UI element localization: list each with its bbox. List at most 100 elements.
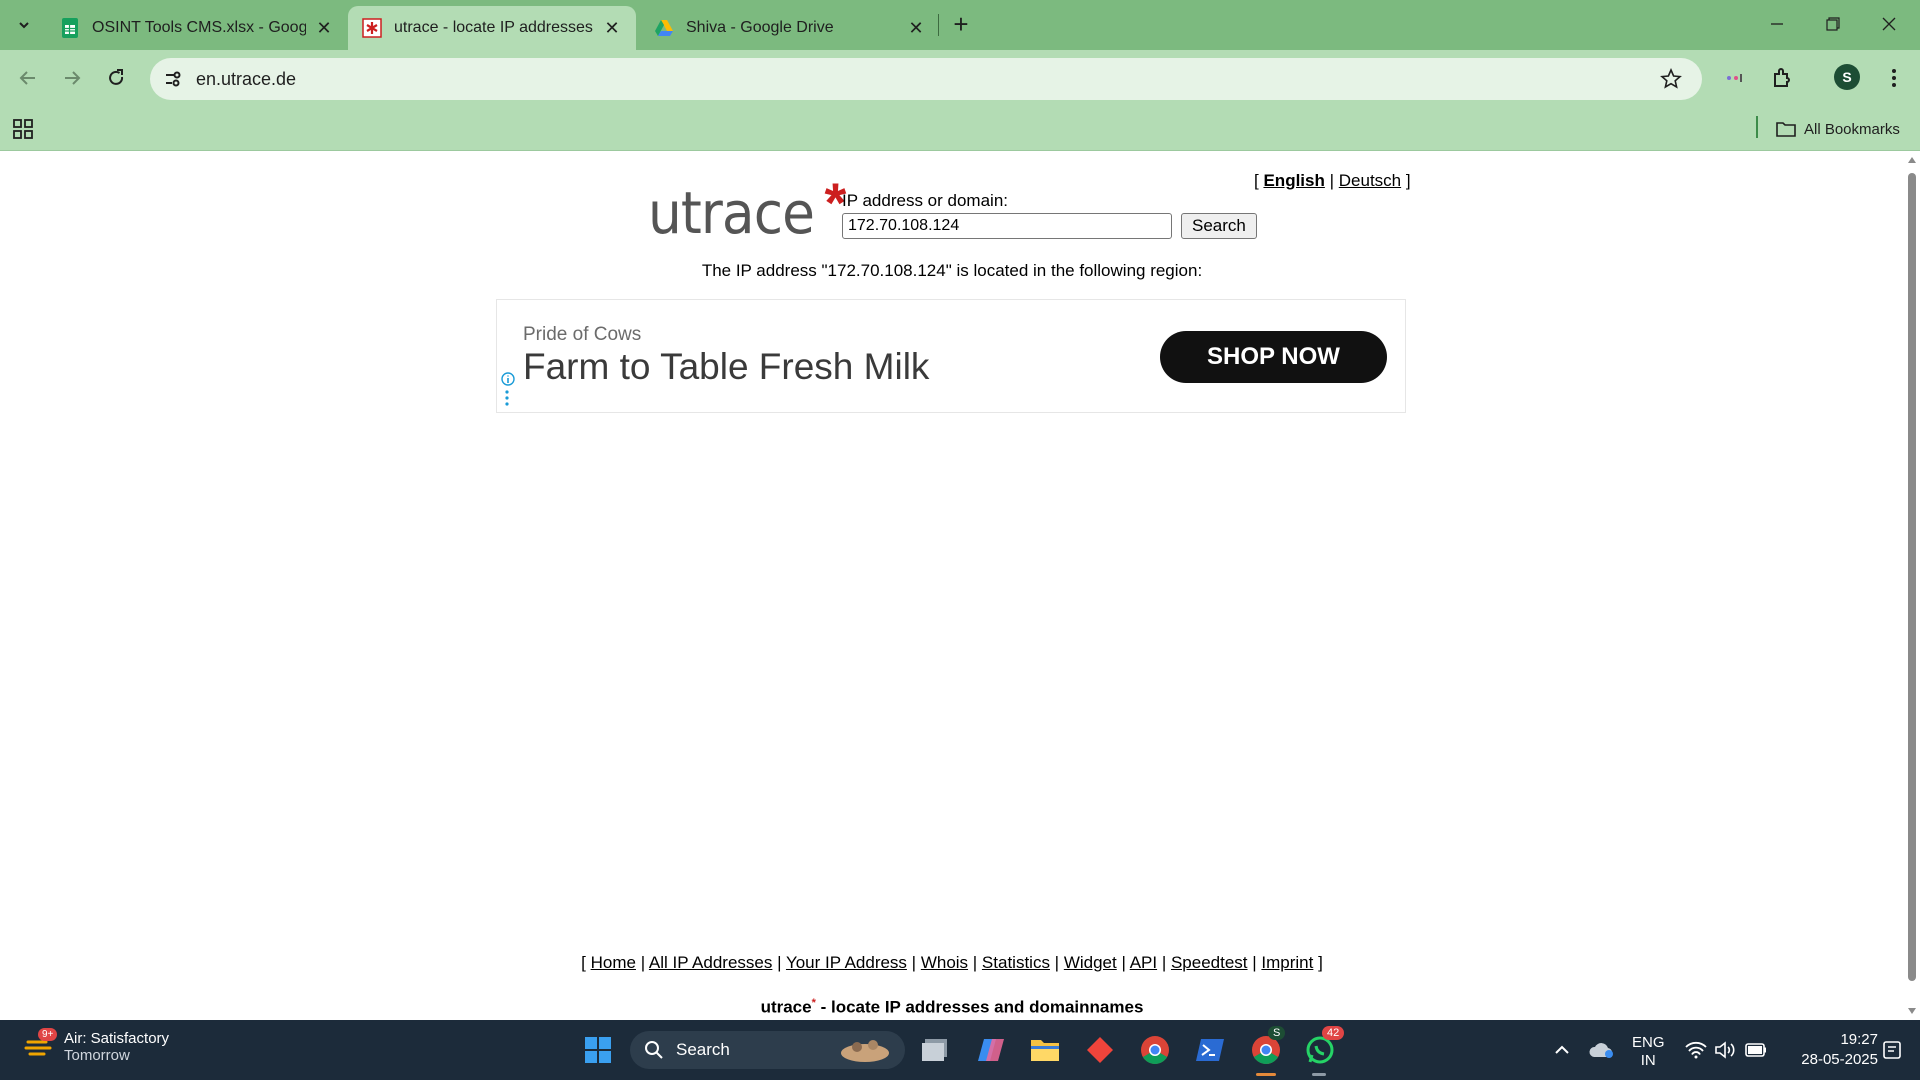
system-clock[interactable]: 19:27 28-05-2025 bbox=[1784, 1030, 1878, 1070]
language-line-2: IN bbox=[1640, 1052, 1656, 1069]
ad-options-icon[interactable] bbox=[505, 390, 509, 406]
language-english-link[interactable]: English bbox=[1263, 171, 1324, 190]
drive-icon bbox=[654, 18, 674, 38]
close-window-button[interactable] bbox=[1866, 8, 1912, 40]
close-icon[interactable]: ✕ bbox=[906, 18, 926, 38]
region-statement: The IP address "172.70.108.124" is locat… bbox=[701, 261, 1203, 280]
language-deutsch-link[interactable]: Deutsch bbox=[1339, 171, 1401, 190]
language-line-1: ENG bbox=[1632, 1034, 1665, 1051]
tab-utrace[interactable]: utrace - locate IP addresses and ✕ bbox=[348, 6, 636, 50]
tagline-name: utrace bbox=[760, 997, 812, 1017]
advertisement-banner[interactable]: Pride of Cows Farm to Table Fresh Milk S… bbox=[496, 299, 1406, 413]
powershell-button[interactable] bbox=[1190, 1030, 1230, 1070]
tab-search-button[interactable] bbox=[8, 10, 40, 40]
bracket: [ bbox=[1254, 171, 1259, 190]
close-icon[interactable]: ✕ bbox=[602, 18, 622, 38]
footer-link-api[interactable]: API bbox=[1130, 953, 1157, 972]
minimize-button[interactable] bbox=[1754, 8, 1800, 40]
back-button[interactable] bbox=[12, 62, 44, 94]
weather-widget[interactable]: 9+ Air: Satisfactory Tomorrow bbox=[24, 1028, 169, 1064]
separator: | bbox=[1329, 171, 1335, 190]
bracket: ] bbox=[1405, 171, 1411, 190]
copilot-button[interactable] bbox=[971, 1030, 1011, 1070]
lookup-form: IP address or domain: Search bbox=[842, 191, 1257, 239]
tab-title: utrace - locate IP addresses and bbox=[394, 19, 594, 36]
footer-link-your-ip-address[interactable]: Your IP Address bbox=[786, 953, 907, 972]
all-bookmarks-button[interactable]: All Bookmarks bbox=[1776, 116, 1900, 142]
taskbar-search[interactable]: Search bbox=[630, 1031, 905, 1069]
air-quality-icon: 9+ bbox=[24, 1028, 58, 1062]
logo-word: utrace bbox=[648, 179, 815, 247]
volume-icon bbox=[1715, 1041, 1735, 1059]
windows-logo-icon bbox=[585, 1037, 611, 1063]
address-bar[interactable]: en.utrace.de bbox=[150, 58, 1702, 100]
task-view-button[interactable] bbox=[916, 1030, 956, 1070]
footer-link-all-ip-addresses[interactable]: All IP Addresses bbox=[649, 953, 772, 972]
utrace-logo[interactable]: utrace * bbox=[648, 175, 846, 247]
chrome-profile-badge: S bbox=[1268, 1026, 1286, 1040]
close-icon bbox=[1882, 17, 1896, 31]
folder-icon bbox=[1776, 121, 1796, 137]
weather-badge: 9+ bbox=[38, 1028, 58, 1041]
profile-avatar[interactable]: S bbox=[1834, 64, 1860, 90]
footer-link-imprint[interactable]: Imprint bbox=[1261, 953, 1313, 972]
chrome-profile-button[interactable]: S bbox=[1246, 1026, 1286, 1070]
notifications-button[interactable] bbox=[1872, 1030, 1912, 1070]
footer-nav: [ Home | All IP Addresses | Your IP Addr… bbox=[581, 953, 1323, 972]
scrollbar-thumb[interactable] bbox=[1908, 173, 1916, 981]
ad-shop-now-button[interactable]: SHOP NOW bbox=[1160, 331, 1387, 383]
footer-link-home[interactable]: Home bbox=[591, 953, 636, 972]
whatsapp-button[interactable]: 42 bbox=[1300, 1026, 1345, 1070]
forward-button[interactable] bbox=[56, 62, 88, 94]
chevron-down-icon bbox=[19, 22, 29, 29]
folder-icon bbox=[1031, 1040, 1059, 1061]
powershell-icon bbox=[1196, 1039, 1224, 1061]
whatsapp-badge: 42 bbox=[1322, 1026, 1345, 1040]
footer-link-whois[interactable]: Whois bbox=[921, 953, 968, 972]
search-icon bbox=[644, 1040, 664, 1060]
battery-button[interactable] bbox=[1736, 1030, 1776, 1070]
bookmarks-divider bbox=[1756, 116, 1758, 138]
extensions-icon[interactable] bbox=[1766, 62, 1798, 94]
footer-link-statistics[interactable]: Statistics bbox=[982, 953, 1050, 972]
web-page: [ English | Deutsch ] utrace * IP addres… bbox=[0, 151, 1904, 1020]
start-button[interactable] bbox=[578, 1030, 618, 1070]
restore-button[interactable] bbox=[1810, 8, 1856, 40]
anydesk-button[interactable] bbox=[1080, 1030, 1120, 1070]
tab-google-drive[interactable]: Shiva - Google Drive ✕ bbox=[640, 6, 940, 50]
show-hidden-icons-button[interactable] bbox=[1542, 1030, 1582, 1070]
utrace-favicon-icon bbox=[362, 18, 382, 38]
scroll-down-arrow-icon[interactable] bbox=[1907, 1006, 1917, 1016]
ad-headline: Farm to Table Fresh Milk bbox=[523, 346, 930, 387]
tab-title: Shiva - Google Drive bbox=[686, 19, 834, 36]
ad-info-icon[interactable] bbox=[501, 372, 515, 386]
scroll-up-arrow-icon[interactable] bbox=[1907, 155, 1917, 165]
site-info-icon[interactable] bbox=[160, 66, 186, 92]
all-bookmarks-label: All Bookmarks bbox=[1804, 120, 1900, 138]
clock-date: 28-05-2025 bbox=[1801, 1051, 1878, 1068]
taskbar-search-label: Search bbox=[676, 1040, 730, 1059]
file-explorer-button[interactable] bbox=[1025, 1030, 1065, 1070]
ip-domain-input[interactable] bbox=[842, 213, 1172, 239]
extension-pin-icon[interactable] bbox=[1720, 62, 1752, 94]
chrome-button[interactable] bbox=[1135, 1030, 1175, 1070]
close-icon[interactable]: ✕ bbox=[314, 18, 334, 38]
search-button[interactable]: Search bbox=[1181, 213, 1257, 239]
reload-button[interactable] bbox=[100, 62, 132, 94]
onedrive-icon bbox=[1589, 1043, 1613, 1058]
task-view-icon bbox=[922, 1039, 947, 1061]
footer-tagline: utrace* - locate IP addresses and domain… bbox=[0, 997, 1904, 1018]
browser-menu-icon[interactable] bbox=[1878, 62, 1910, 94]
tab-osint-sheet[interactable]: OSINT Tools CMS.xlsx - Google ✕ bbox=[46, 6, 348, 50]
page-scrollbar[interactable] bbox=[1904, 151, 1920, 1020]
windows-taskbar: 9+ Air: Satisfactory Tomorrow Search S 4… bbox=[0, 1020, 1920, 1080]
active-app-indicator bbox=[1256, 1073, 1276, 1076]
bookmark-star-icon[interactable] bbox=[1658, 66, 1684, 92]
footer-link-speedtest[interactable]: Speedtest bbox=[1171, 953, 1248, 972]
apps-grid-icon[interactable] bbox=[10, 116, 36, 142]
onedrive-button[interactable] bbox=[1582, 1030, 1622, 1070]
new-tab-button[interactable]: + bbox=[946, 10, 976, 40]
arrow-right-icon bbox=[65, 71, 81, 85]
footer-link-widget[interactable]: Widget bbox=[1064, 953, 1117, 972]
input-language-indicator[interactable]: ENG IN bbox=[1632, 1034, 1665, 1070]
